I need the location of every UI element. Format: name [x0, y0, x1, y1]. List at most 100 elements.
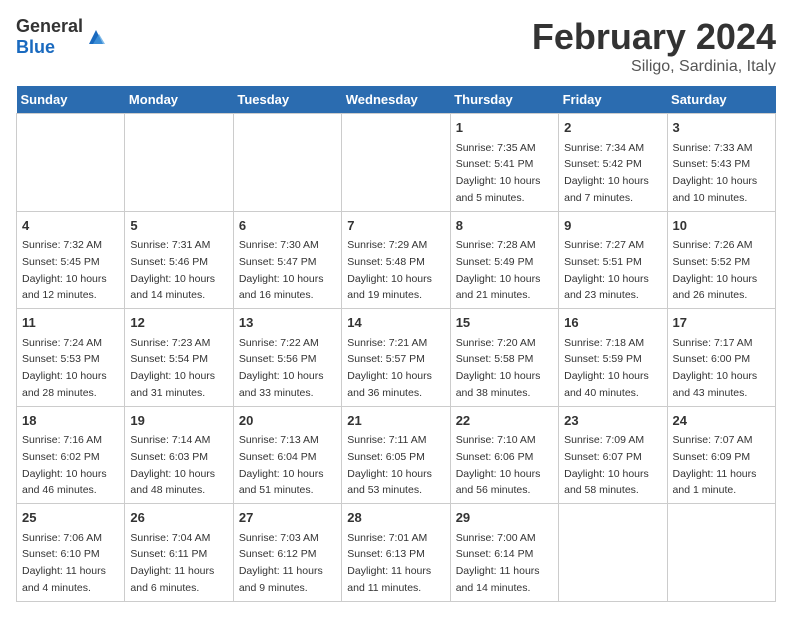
calendar-cell [233, 114, 341, 212]
calendar-cell [125, 114, 233, 212]
calendar-cell: 21 Sunrise: 7:11 AM Sunset: 6:05 PM Dayli… [342, 406, 450, 504]
day-info: Sunrise: 7:30 AM Sunset: 5:47 PM Dayligh… [239, 239, 324, 301]
calendar-cell [17, 114, 125, 212]
day-number: 21 [347, 411, 444, 431]
weekday-header: Friday [559, 86, 667, 114]
calendar-cell: 22Sunrise: 7:10 AM Sunset: 6:06 PM Dayli… [450, 406, 558, 504]
day-info: Sunrise: 7:11 AM Sunset: 6:05 PM Dayligh… [347, 434, 432, 496]
weekday-header: Tuesday [233, 86, 341, 114]
day-number: 17 [673, 313, 770, 333]
calendar-cell: 6 Sunrise: 7:30 AM Sunset: 5:47 PM Daylig… [233, 211, 341, 309]
day-number: 5 [130, 216, 227, 236]
calendar-cell: 10 Sunrise: 7:26 AM Sunset: 5:52 PM Dayli… [667, 211, 775, 309]
day-info: Sunrise: 7:01 AM Sunset: 6:13 PM Dayligh… [347, 532, 431, 594]
day-number: 26 [130, 508, 227, 528]
calendar-cell: 17 Sunrise: 7:17 AM Sunset: 6:00 PM Dayli… [667, 309, 775, 407]
weekday-header-row: SundayMondayTuesdayWednesdayThursdayFrid… [17, 86, 776, 114]
day-number: 4 [22, 216, 119, 236]
calendar-cell [342, 114, 450, 212]
day-number: 20 [239, 411, 336, 431]
day-info: Sunrise: 7:07 AM Sunset: 6:09 PM Dayligh… [673, 434, 757, 496]
calendar-cell: 26 Sunrise: 7:04 AM Sunset: 6:11 PM Dayli… [125, 504, 233, 602]
day-number: 28 [347, 508, 444, 528]
calendar-cell: 14 Sunrise: 7:21 AM Sunset: 5:57 PM Dayli… [342, 309, 450, 407]
main-title: February 2024 [532, 16, 776, 58]
day-info: Sunrise: 7:09 AM Sunset: 6:07 PM Dayligh… [564, 434, 649, 496]
day-info: Sunrise: 7:32 AM Sunset: 5:45 PM Dayligh… [22, 239, 107, 301]
weekday-header: Monday [125, 86, 233, 114]
day-info: Sunrise: 7:23 AM Sunset: 5:54 PM Dayligh… [130, 337, 215, 399]
calendar-cell: 23Sunrise: 7:09 AM Sunset: 6:07 PM Dayli… [559, 406, 667, 504]
calendar-cell: 16 Sunrise: 7:18 AM Sunset: 5:59 PM Dayli… [559, 309, 667, 407]
calendar-cell: 15 Sunrise: 7:20 AM Sunset: 5:58 PM Dayli… [450, 309, 558, 407]
calendar-week-row: 1 Sunrise: 7:35 AM Sunset: 5:41 PM Daylig… [17, 114, 776, 212]
calendar-cell: 1 Sunrise: 7:35 AM Sunset: 5:41 PM Daylig… [450, 114, 558, 212]
calendar-table: SundayMondayTuesdayWednesdayThursdayFrid… [16, 86, 776, 602]
day-number: 8 [456, 216, 553, 236]
day-number: 10 [673, 216, 770, 236]
day-number: 25 [22, 508, 119, 528]
calendar-cell: 3 Sunrise: 7:33 AM Sunset: 5:43 PM Daylig… [667, 114, 775, 212]
calendar-week-row: 18 Sunrise: 7:16 AM Sunset: 6:02 PM Dayli… [17, 406, 776, 504]
weekday-header: Wednesday [342, 86, 450, 114]
day-number: 12 [130, 313, 227, 333]
calendar-cell: 18 Sunrise: 7:16 AM Sunset: 6:02 PM Dayli… [17, 406, 125, 504]
subtitle: Siligo, Sardinia, Italy [532, 58, 776, 76]
day-info: Sunrise: 7:33 AM Sunset: 5:43 PM Dayligh… [673, 142, 758, 204]
day-info: Sunrise: 7:22 AM Sunset: 5:56 PM Dayligh… [239, 337, 324, 399]
day-number: 11 [22, 313, 119, 333]
calendar-cell: 29 Sunrise: 7:00 AM Sunset: 6:14 PM Dayli… [450, 504, 558, 602]
day-info: Sunrise: 7:13 AM Sunset: 6:04 PM Dayligh… [239, 434, 324, 496]
day-number: 3 [673, 118, 770, 138]
header: General Blue February 2024 Siligo, Sardi… [16, 16, 776, 76]
day-info: Sunrise: 7:14 AM Sunset: 6:03 PM Dayligh… [130, 434, 215, 496]
day-info: Sunrise: 7:18 AM Sunset: 5:59 PM Dayligh… [564, 337, 649, 399]
day-info: Sunrise: 7:26 AM Sunset: 5:52 PM Dayligh… [673, 239, 758, 301]
day-number: 27 [239, 508, 336, 528]
day-info: Sunrise: 7:00 AM Sunset: 6:14 PM Dayligh… [456, 532, 540, 594]
calendar-cell: 11 Sunrise: 7:24 AM Sunset: 5:53 PM Dayli… [17, 309, 125, 407]
calendar-cell: 20 Sunrise: 7:13 AM Sunset: 6:04 PM Dayli… [233, 406, 341, 504]
day-info: Sunrise: 7:16 AM Sunset: 6:02 PM Dayligh… [22, 434, 107, 496]
calendar-cell: 13 Sunrise: 7:22 AM Sunset: 5:56 PM Dayli… [233, 309, 341, 407]
calendar-cell: 25 Sunrise: 7:06 AM Sunset: 6:10 PM Dayli… [17, 504, 125, 602]
day-info: Sunrise: 7:35 AM Sunset: 5:41 PM Dayligh… [456, 142, 541, 204]
day-info: Sunrise: 7:04 AM Sunset: 6:11 PM Dayligh… [130, 532, 214, 594]
calendar-cell: 9Sunrise: 7:27 AM Sunset: 5:51 PM Daylig… [559, 211, 667, 309]
day-number: 14 [347, 313, 444, 333]
day-info: Sunrise: 7:17 AM Sunset: 6:00 PM Dayligh… [673, 337, 758, 399]
calendar-cell: 28 Sunrise: 7:01 AM Sunset: 6:13 PM Dayli… [342, 504, 450, 602]
day-info: Sunrise: 7:31 AM Sunset: 5:46 PM Dayligh… [130, 239, 215, 301]
day-info: Sunrise: 7:06 AM Sunset: 6:10 PM Dayligh… [22, 532, 106, 594]
calendar-cell [667, 504, 775, 602]
day-number: 29 [456, 508, 553, 528]
day-number: 9 [564, 216, 661, 236]
calendar-cell: 5 Sunrise: 7:31 AM Sunset: 5:46 PM Daylig… [125, 211, 233, 309]
calendar-week-row: 4 Sunrise: 7:32 AM Sunset: 5:45 PM Daylig… [17, 211, 776, 309]
day-number: 16 [564, 313, 661, 333]
calendar-cell: 4 Sunrise: 7:32 AM Sunset: 5:45 PM Daylig… [17, 211, 125, 309]
weekday-header: Sunday [17, 86, 125, 114]
day-info: Sunrise: 7:20 AM Sunset: 5:58 PM Dayligh… [456, 337, 541, 399]
day-number: 13 [239, 313, 336, 333]
day-number: 18 [22, 411, 119, 431]
weekday-header: Thursday [450, 86, 558, 114]
calendar-week-row: 11 Sunrise: 7:24 AM Sunset: 5:53 PM Dayli… [17, 309, 776, 407]
calendar-cell: 2 Sunrise: 7:34 AM Sunset: 5:42 PM Daylig… [559, 114, 667, 212]
day-number: 7 [347, 216, 444, 236]
calendar-week-row: 25 Sunrise: 7:06 AM Sunset: 6:10 PM Dayli… [17, 504, 776, 602]
calendar-cell: 7Sunrise: 7:29 AM Sunset: 5:48 PM Daylig… [342, 211, 450, 309]
day-number: 2 [564, 118, 661, 138]
day-number: 24 [673, 411, 770, 431]
day-info: Sunrise: 7:34 AM Sunset: 5:42 PM Dayligh… [564, 142, 649, 204]
day-number: 22 [456, 411, 553, 431]
day-number: 15 [456, 313, 553, 333]
day-number: 19 [130, 411, 227, 431]
calendar-cell: 24 Sunrise: 7:07 AM Sunset: 6:09 PM Dayli… [667, 406, 775, 504]
day-info: Sunrise: 7:24 AM Sunset: 5:53 PM Dayligh… [22, 337, 107, 399]
day-info: Sunrise: 7:28 AM Sunset: 5:49 PM Dayligh… [456, 239, 541, 301]
day-info: Sunrise: 7:21 AM Sunset: 5:57 PM Dayligh… [347, 337, 432, 399]
day-number: 6 [239, 216, 336, 236]
day-number: 1 [456, 118, 553, 138]
day-info: Sunrise: 7:03 AM Sunset: 6:12 PM Dayligh… [239, 532, 323, 594]
